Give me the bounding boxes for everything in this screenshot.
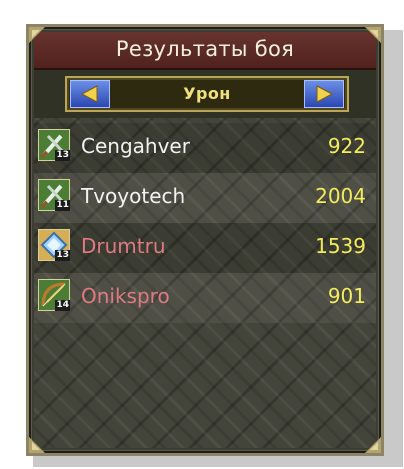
player-name: Cengahver	[81, 134, 190, 158]
previous-stat-button[interactable]	[70, 80, 110, 108]
level-badge: 14	[55, 300, 70, 311]
next-stat-button[interactable]	[304, 80, 344, 108]
bow-icon: 14	[38, 279, 70, 311]
player-row[interactable]: 13 Drumtru 1539	[34, 223, 376, 273]
corner-ornament-icon	[365, 437, 381, 453]
player-score: 1539	[315, 234, 366, 258]
window-title: Результаты боя	[115, 37, 295, 61]
player-score: 2004	[315, 184, 366, 208]
crossed-swords-icon: 11	[38, 179, 70, 211]
player-name: Drumtru	[81, 234, 166, 258]
player-name: Onikspro	[81, 284, 170, 308]
results-list: 13 Cengahver 922 11 Tvoyotech 2004 13 Dr…	[34, 123, 376, 323]
corner-ornament-icon	[365, 27, 381, 43]
player-score: 901	[327, 284, 366, 308]
arrow-left-icon	[80, 85, 98, 103]
player-row[interactable]: 14 Onikspro 901	[34, 273, 376, 323]
battle-results-panel: Результаты боя Урон 13 Cengahver 922 11 …	[26, 24, 384, 456]
player-row[interactable]: 13 Cengahver 922	[34, 123, 376, 173]
corner-ornament-icon	[29, 437, 45, 453]
corner-ornament-icon	[29, 27, 45, 43]
player-score: 922	[327, 134, 366, 158]
crossed-swords-icon: 13	[38, 129, 70, 161]
stat-type-selector: Урон	[65, 76, 349, 112]
title-bar: Результаты боя	[34, 32, 376, 70]
player-row[interactable]: 11 Tvoyotech 2004	[34, 173, 376, 223]
level-badge: 13	[55, 150, 70, 161]
arrow-right-icon	[316, 85, 334, 103]
level-badge: 13	[55, 250, 70, 261]
player-name: Tvoyotech	[81, 184, 186, 208]
stat-type-label: Урон	[183, 84, 231, 103]
level-badge: 11	[55, 200, 70, 211]
mage-staff-icon: 13	[38, 229, 70, 261]
